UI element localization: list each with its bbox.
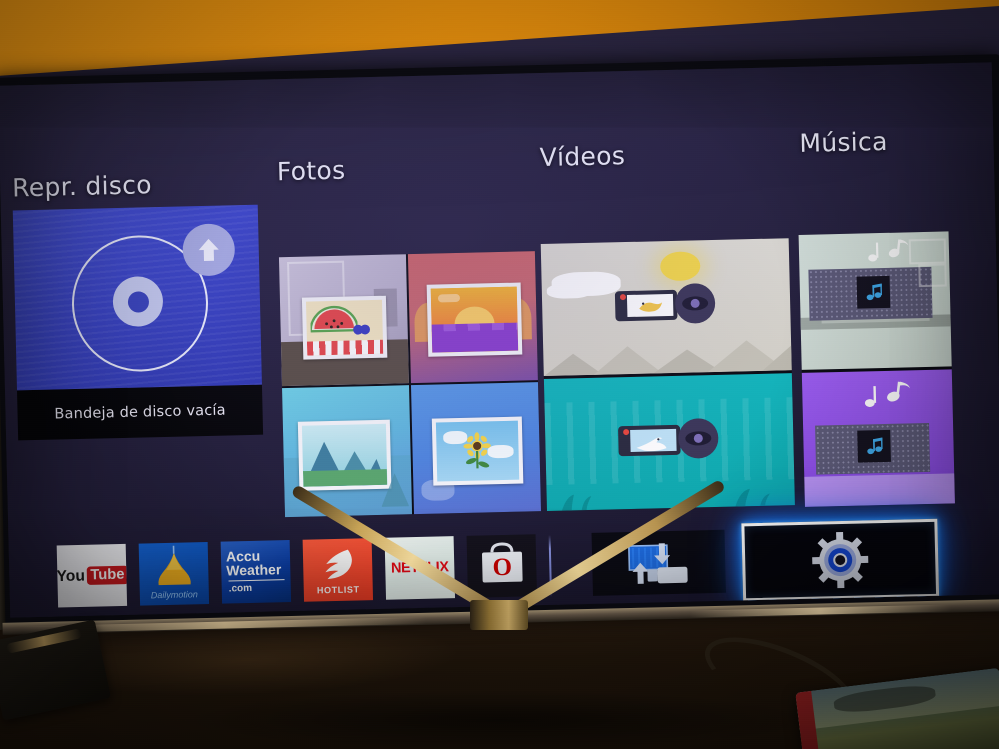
accuweather-com-text: .com: [228, 583, 253, 595]
music-thumbnail-2[interactable]: [801, 368, 955, 507]
photograph-of-tv: Repr. disco Fotos Vídeos Música Bandeja …: [0, 0, 999, 749]
music-note-icon: [866, 283, 882, 301]
youtube-you-text: You: [56, 566, 85, 585]
internet-tv-icon[interactable]: HOTLIST: [302, 538, 374, 602]
app-internet-tv[interactable]: HOTLIST Internet TV: [302, 538, 374, 618]
video-thumbnail-1[interactable]: [540, 238, 792, 377]
section-title-photos: Fotos: [276, 155, 346, 187]
section-title-disc: Repr. disco: [11, 170, 153, 203]
accuweather-weather-text: Weather: [226, 561, 282, 579]
dailymotion-icon[interactable]: Dailymotion: [138, 541, 210, 606]
app-daily-motion[interactable]: Dailymotion Daily Motion: [138, 541, 211, 618]
internet-tv-hotlist-text: HOTLIST: [316, 583, 360, 595]
youtube-icon[interactable]: You Tube: [56, 543, 128, 608]
tv-screen: Repr. disco Fotos Vídeos Música Bandeja …: [0, 62, 999, 618]
photo-thumbnail-1[interactable]: [278, 254, 409, 387]
dailymotion-wordmark: Dailymotion: [150, 589, 198, 601]
music-grid[interactable]: [798, 231, 955, 507]
stand-shadow: [180, 690, 820, 749]
gear-icon: [812, 531, 869, 589]
disc-panel[interactable]: Bandeja de disco vacía: [12, 204, 264, 441]
app-youtube[interactable]: You Tube YouTube: [56, 543, 128, 618]
music-note-icon: [866, 437, 883, 454]
config-tile[interactable]: [741, 518, 940, 602]
video-thumbnail-2[interactable]: [543, 373, 795, 511]
music-thumbnail-1[interactable]: [798, 231, 952, 370]
shopping-bag-icon: O: [481, 542, 523, 583]
camcorder-icon: [616, 418, 723, 466]
section-title-videos: Vídeos: [539, 141, 626, 173]
opera-tv-store-icon[interactable]: O: [466, 534, 537, 598]
smart-hub-ui: Repr. disco Fotos Vídeos Música Bandeja …: [0, 62, 999, 618]
camcorder-icon: [613, 283, 720, 331]
television: Repr. disco Fotos Vídeos Música Bandeja …: [0, 54, 999, 635]
disc-caption: Bandeja de disco vacía: [17, 384, 264, 441]
app-row[interactable]: You Tube YouTube: [56, 534, 538, 618]
change-device-tile[interactable]: [591, 529, 726, 596]
flame-icon: [324, 549, 352, 579]
photo-thumbnail-4[interactable]: [410, 382, 541, 515]
tv-stand-neck: [470, 600, 528, 630]
disc-tile[interactable]: [12, 204, 262, 391]
accuweather-icon[interactable]: Accu Weather .com: [220, 540, 292, 604]
change-device-icon: [627, 542, 688, 584]
photos-grid[interactable]: [278, 251, 541, 518]
photo-thumbnail-2[interactable]: [407, 251, 538, 384]
videos-grid[interactable]: [540, 238, 795, 511]
youtube-tube-text: Tube: [86, 565, 128, 586]
section-title-music: Música: [799, 126, 888, 158]
svg-text:O: O: [492, 554, 512, 581]
disc-hole: [127, 290, 149, 313]
app-accuweather[interactable]: Accu Weather .com AccuWeather: [219, 540, 295, 618]
